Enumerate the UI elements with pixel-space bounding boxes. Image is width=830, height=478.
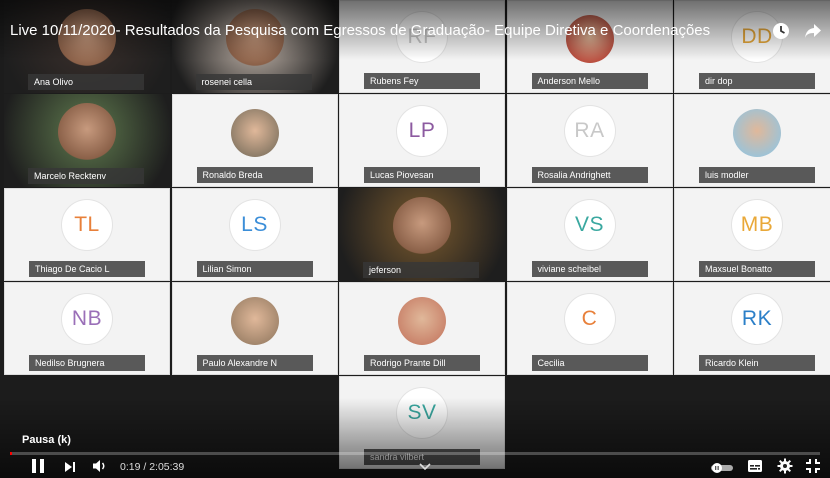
subtitles-icon[interactable] — [747, 459, 763, 478]
gear-icon[interactable] — [777, 458, 793, 478]
progress-bar[interactable] — [10, 452, 820, 455]
volume-icon[interactable] — [92, 459, 108, 478]
participant-name: viviane scheibel — [531, 261, 648, 277]
participant-tile: luis modler — [674, 94, 830, 187]
share-icon[interactable] — [804, 23, 822, 44]
participant-tile: RA Rosalia Andrighett — [506, 94, 673, 187]
participant-tile: RK Ricardo Klein — [674, 282, 830, 375]
participant-name: Ricardo Klein — [699, 355, 815, 371]
control-bar: 0:19 / 2:05:39 — [0, 456, 830, 478]
participant-tile: jeferson — [339, 188, 505, 281]
participant-name: Thiago De Cacio L — [29, 261, 145, 277]
participant-name: Cecilia — [531, 355, 648, 371]
participant-name: luis modler — [699, 167, 815, 183]
participant-tile: Marcelo Recktenv — [4, 94, 170, 187]
participant-tile: VS viviane scheibel — [506, 188, 673, 281]
participant-name: Ronaldo Breda — [196, 167, 313, 183]
participant-name: Nedilso Brugnera — [29, 355, 145, 371]
participant-video — [58, 103, 116, 161]
participant-tile: Rodrigo Prante Dill — [339, 282, 505, 375]
avatar — [230, 297, 279, 345]
initials-avatar: LS — [229, 200, 280, 250]
participant-tile: MB Maxsuel Bonatto — [674, 188, 830, 281]
participant-tile: Ronaldo Breda — [171, 94, 338, 187]
progress-fill — [10, 452, 13, 455]
top-right-actions — [772, 22, 822, 45]
participant-name: Ana Olivo — [28, 74, 144, 90]
participant-name: Maxsuel Bonatto — [699, 261, 815, 277]
participant-name: Lucas Piovesan — [364, 167, 480, 183]
participant-name: Anderson Mello — [531, 73, 648, 89]
participant-name: Rosalia Andrighett — [531, 167, 648, 183]
participant-tile: NB Nedilso Brugnera — [4, 282, 170, 375]
initials-avatar: VS — [564, 200, 615, 250]
participant-name: jeferson — [363, 262, 479, 278]
initials-avatar: C — [564, 294, 615, 344]
initials-avatar: RA — [564, 106, 615, 156]
participant-name: rosenei cella — [195, 74, 312, 90]
participant-tile: Paulo Alexandre N — [171, 282, 338, 375]
autoplay-toggle-icon[interactable] — [710, 461, 734, 478]
initials-avatar: TL — [62, 200, 112, 250]
participant-tile: LP Lucas Piovesan — [339, 94, 505, 187]
exit-fullscreen-icon[interactable] — [806, 459, 820, 478]
initials-avatar: NB — [62, 294, 112, 344]
participant-name: dir dop — [699, 73, 815, 89]
next-icon[interactable] — [64, 460, 76, 478]
initials-avatar: LP — [397, 106, 447, 156]
participant-name: Rodrigo Prante Dill — [364, 355, 480, 371]
pause-icon[interactable] — [30, 458, 46, 478]
participant-tile: C Cecilia — [506, 282, 673, 375]
avatar — [398, 297, 446, 345]
time-display: 0:19 / 2:05:39 — [120, 461, 185, 473]
participant-video — [393, 197, 451, 255]
avatar — [733, 109, 781, 157]
video-title[interactable]: Live 10/11/2020- Resultados da Pesquisa … — [10, 22, 710, 39]
video-player[interactable]: Ana Olivorosenei cellaRFRubens FeyAnders… — [0, 0, 830, 478]
participant-tile: LS Lilian Simon — [171, 188, 338, 281]
initials-avatar: RK — [732, 294, 782, 344]
participant-name: Rubens Fey — [364, 73, 480, 89]
pause-tooltip: Pausa (k) — [22, 434, 71, 446]
avatar — [230, 109, 279, 157]
clock-icon[interactable] — [772, 22, 790, 45]
participant-name: Paulo Alexandre N — [196, 355, 313, 371]
participant-name: Lilian Simon — [196, 261, 313, 277]
participant-tile: TL Thiago De Cacio L — [4, 188, 170, 281]
initials-avatar: MB — [732, 200, 782, 250]
participant-name: Marcelo Recktenv — [28, 168, 144, 184]
